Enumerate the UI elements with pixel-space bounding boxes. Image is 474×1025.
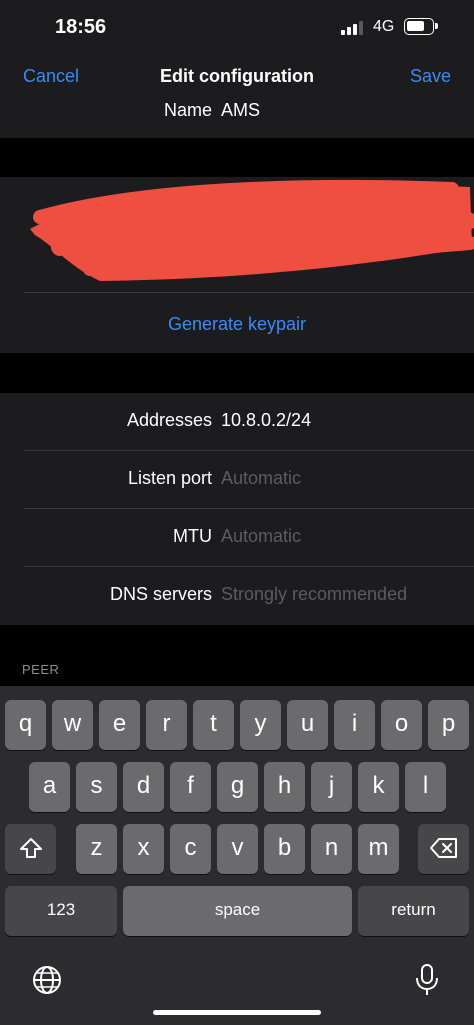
- keys-section: Generate keypair: [0, 177, 474, 353]
- key-z[interactable]: z: [76, 824, 117, 874]
- key-b[interactable]: b: [264, 824, 305, 874]
- key-q[interactable]: q: [5, 700, 46, 750]
- mtu-row[interactable]: MTU Automatic: [0, 509, 474, 567]
- key-y[interactable]: y: [240, 700, 281, 750]
- addresses-field[interactable]: 10.8.0.2/24: [221, 410, 311, 431]
- page-title: Edit configuration: [160, 66, 314, 86]
- navigation-bar: Cancel Edit configuration Save: [0, 58, 474, 100]
- shift-icon: [19, 838, 42, 858]
- save-button[interactable]: Save: [410, 66, 451, 87]
- key-d[interactable]: d: [123, 762, 164, 812]
- cellular-signal-icon: [341, 21, 367, 35]
- key-h[interactable]: h: [264, 762, 305, 812]
- name-section: Name AMS: [0, 100, 474, 138]
- keyboard: q w e r t y u i o p a s d f g h j k l z …: [0, 686, 474, 1025]
- private-key-row[interactable]: [0, 177, 474, 293]
- listen-port-row[interactable]: Listen port Automatic: [0, 451, 474, 509]
- space-key[interactable]: space: [123, 886, 352, 936]
- key-u[interactable]: u: [287, 700, 328, 750]
- status-time: 18:56: [55, 16, 107, 38]
- backspace-icon: [429, 838, 457, 858]
- key-r[interactable]: r: [146, 700, 187, 750]
- interface-settings-section: Addresses 10.8.0.2/24 Listen port Automa…: [0, 393, 474, 625]
- key-o[interactable]: o: [381, 700, 422, 750]
- key-g[interactable]: g: [217, 762, 258, 812]
- redaction-scribble: [30, 179, 474, 281]
- key-w[interactable]: w: [52, 700, 93, 750]
- addresses-label: Addresses: [126, 410, 212, 430]
- key-p[interactable]: p: [428, 700, 469, 750]
- key-c[interactable]: c: [170, 824, 211, 874]
- status-bar: 18:56 4G: [0, 0, 474, 58]
- key-s[interactable]: s: [76, 762, 117, 812]
- addresses-row[interactable]: Addresses 10.8.0.2/24: [0, 393, 474, 451]
- name-label: Name: [163, 100, 212, 120]
- name-field[interactable]: AMS: [221, 100, 260, 121]
- dns-servers-field[interactable]: Strongly recommended: [221, 584, 407, 605]
- key-t[interactable]: t: [193, 700, 234, 750]
- microphone-icon[interactable]: [414, 963, 440, 997]
- backspace-key[interactable]: [418, 824, 469, 874]
- listen-port-field[interactable]: Automatic: [221, 468, 301, 489]
- mtu-field[interactable]: Automatic: [221, 526, 301, 547]
- listen-port-label: Listen port: [127, 468, 212, 488]
- numbers-key[interactable]: 123: [5, 886, 117, 936]
- globe-icon[interactable]: [31, 964, 63, 996]
- key-k[interactable]: k: [358, 762, 399, 812]
- return-key[interactable]: return: [358, 886, 469, 936]
- network-type: 4G: [373, 18, 395, 35]
- shift-key[interactable]: [5, 824, 56, 874]
- key-n[interactable]: n: [311, 824, 352, 874]
- name-row[interactable]: Name AMS: [0, 100, 474, 138]
- key-a[interactable]: a: [29, 762, 70, 812]
- key-f[interactable]: f: [170, 762, 211, 812]
- key-v[interactable]: v: [217, 824, 258, 874]
- mtu-label: MTU: [173, 526, 212, 546]
- peer-section-header: PEER: [22, 662, 60, 677]
- key-m[interactable]: m: [358, 824, 399, 874]
- key-e[interactable]: e: [99, 700, 140, 750]
- generate-keypair-button[interactable]: Generate keypair: [0, 314, 474, 335]
- battery-icon: [404, 18, 438, 35]
- key-j[interactable]: j: [311, 762, 352, 812]
- key-x[interactable]: x: [123, 824, 164, 874]
- key-i[interactable]: i: [334, 700, 375, 750]
- key-l[interactable]: l: [405, 762, 446, 812]
- dns-servers-label: DNS servers: [109, 584, 212, 604]
- home-indicator[interactable]: [153, 1010, 321, 1015]
- dns-servers-row[interactable]: DNS servers Strongly recommended: [0, 567, 474, 625]
